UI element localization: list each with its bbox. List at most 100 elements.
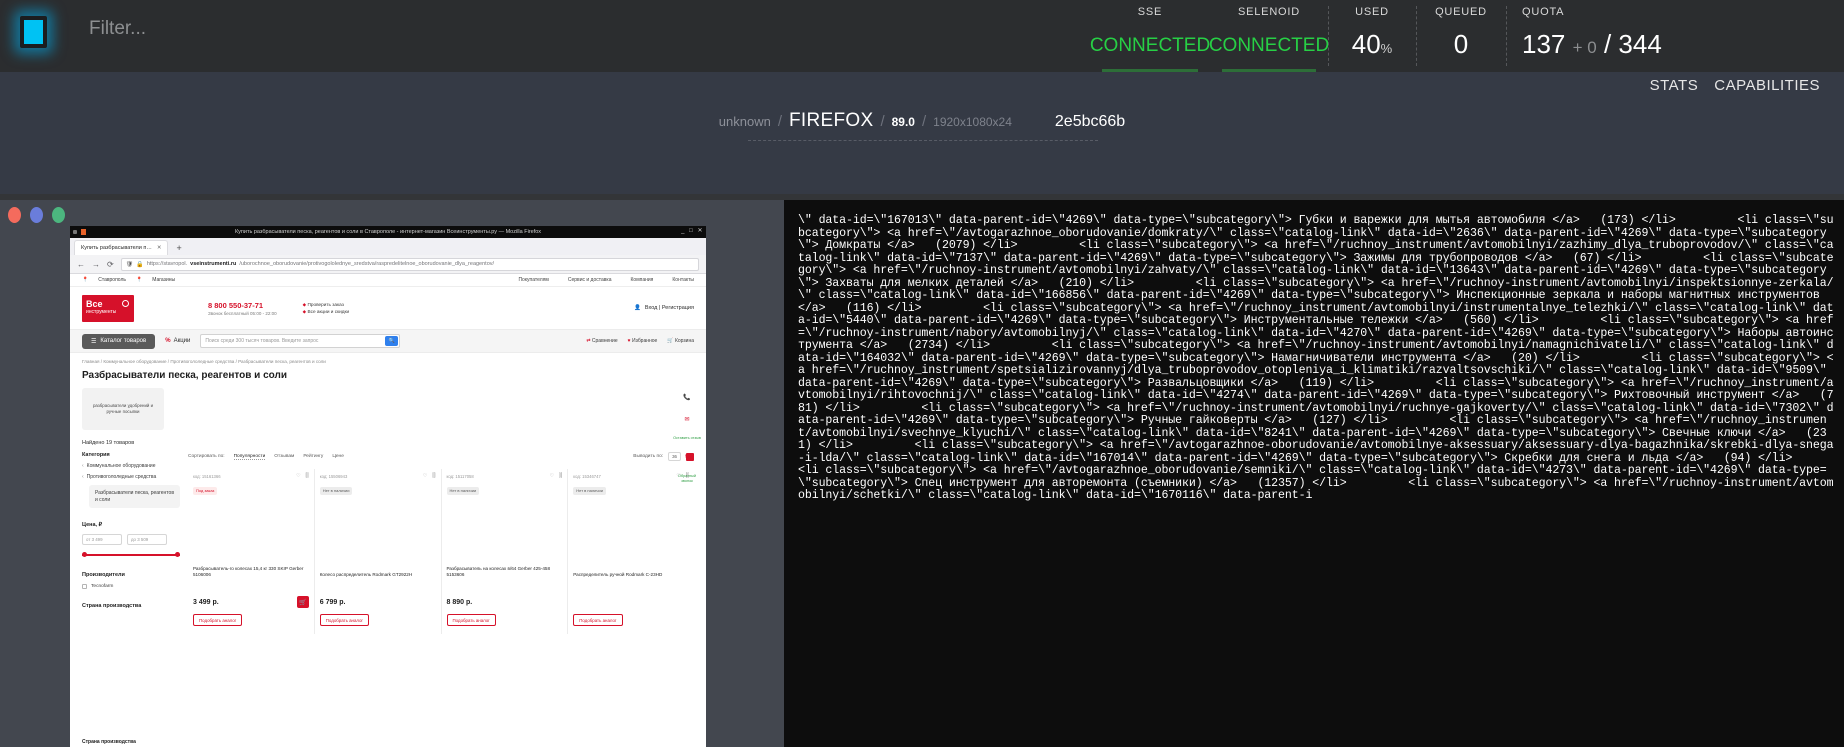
back-icon[interactable]: ← [77,260,85,269]
price-slider-knob-max[interactable] [175,552,180,557]
leave-review-label[interactable]: Оставить отзыв [672,436,702,441]
selenoid-logo-icon [19,16,47,48]
product-card[interactable]: код: 15161366 ♡ ⫿⫿ Под заказ Разбрасыват… [188,469,314,634]
site-phone-note: Звонок бесплатный 05:00 - 22:00 [208,310,277,316]
site-login[interactable]: 👤 Вход | Регистрация [634,305,694,311]
site-top-link-3[interactable]: Контакты [672,277,694,283]
phone-icon[interactable]: 📞 [682,392,693,403]
site-top-link-0[interactable]: Покупателям [518,277,548,283]
heart-icon[interactable]: ♡ [423,473,427,479]
heart-icon: ♥ [627,338,631,344]
product-card[interactable]: код: 15506943 ♡ ⫿⫿ Нет в наличии Колесо … [313,469,441,634]
url-domain: vseinstrumenti.ru [190,261,237,267]
sort-option-1[interactable]: Отзывам [274,454,294,459]
product-card[interactable]: код: 15346747 ♡ ⫿⫿ Нет в наличии Распред… [567,469,694,634]
price-slider[interactable] [82,552,180,558]
heart-icon[interactable]: ♡ [296,473,300,479]
find-analog-button[interactable]: Подобрать аналог [573,614,623,626]
category-title: Категория [82,452,110,458]
tab-close-icon[interactable]: ✕ [157,245,162,251]
status-sse: SSE CONNECTED [1090,0,1210,72]
site-login-label: Вход | Регистрация [644,305,694,311]
callback-label[interactable]: Обратный звонок [672,474,702,484]
status-quota: QUOTA 137 + 0 / 344 [1506,0,1662,72]
new-tab-button[interactable]: + [171,243,186,255]
sort-option-3[interactable]: Цене [332,454,344,459]
catalog-button[interactable]: ☰ Каталог товаров [82,333,156,349]
sort-option-2[interactable]: Рейтингу [303,454,323,459]
price-to-input[interactable]: до 3 509 [127,534,167,545]
price-filter-title: Цена, ₽ [82,522,103,528]
favorites-action[interactable]: ♥ Избранное [628,338,658,344]
compare-action[interactable]: ⇄ Сравнение [586,338,617,344]
product-code: код: 15117058 [446,473,474,479]
status-metrics: SSE CONNECTED SELENOID CONNECTED USED 40… [1090,0,1662,72]
reload-icon[interactable]: ⟳ [107,260,114,269]
compare-bars-icon[interactable]: ⫿⫿ [432,473,435,479]
filter-input[interactable] [89,18,469,40]
website-content[interactable]: 📍 Ставрополь 📍 Магазины Покупателям Серв… [70,274,706,747]
address-bar[interactable]: 🛡 🔒 https://stavropol. vseinstrumenti.ru /… [120,257,699,271]
maker-option-row[interactable]: Tecnofarm [82,584,180,589]
product-badge: Нет в наличии [446,486,480,495]
catalog-body: Категория ‹ Коммунальное оборудование ‹ … [70,452,706,634]
header-link-1[interactable]: ◆ Все акции и скидки [303,308,350,315]
firefox-tabstrip: Купить разбрасыватели п… ✕ + [70,238,706,255]
add-to-cart-icon[interactable]: 🛒 [296,596,309,608]
card-header: код: 15117058 ♡ ⫿⫿ [447,473,563,479]
site-city[interactable]: Ставрополь [98,277,126,283]
breadcrumb[interactable]: Главная / Коммунальное оборудование / Пр… [70,353,706,364]
compare-bars-icon[interactable]: ⫿⫿ [306,473,309,479]
browser-tab[interactable]: Купить разбрасыватели п… ✕ [74,240,169,255]
close-dot-icon[interactable] [8,207,21,223]
price-slider-knob-min[interactable] [82,552,87,557]
sidebar-item-1[interactable]: ‹ Противогололедные средства [82,474,180,480]
firefox-window[interactable]: Купить разбрасыватели песка, реагентов и… [70,226,706,747]
price-filter-row: от 3 499 до 3 509 [82,534,180,545]
product-name[interactable]: Разбрасыватель-го колесах 15,4 кг 330 SK… [193,566,309,578]
compare-bars-icon[interactable]: ⫿⫿ [559,473,562,479]
page-title: Разбрасыватели песка, реагентов и соли [82,370,288,381]
window-buttons[interactable]: _ □ ✕ [681,227,704,234]
vnc-desktop[interactable]: Купить разбрасыватели песка, реагентов и… [0,200,784,747]
site-top-link-2[interactable]: Компания [631,277,654,283]
maximize-dot-icon[interactable] [52,207,65,223]
heart-icon[interactable]: ♡ [550,473,554,479]
promo-link[interactable]: % Акции [165,338,190,344]
country-filter-title: Страна производства [82,603,142,609]
header-link-0[interactable]: ◆ Проверить заказ [303,301,350,308]
product-name[interactable]: Разбрасыватель на колесах в/64 Gerber 42… [447,566,563,578]
sidebar-item-0[interactable]: ‹ Коммунальное оборудование [82,463,180,469]
product-name[interactable]: Распределитель ручной Rodmark C-23HD [573,572,689,578]
find-analog-button[interactable]: Подобрать аналог [193,614,243,626]
per-page-label: Выводить по: [633,454,664,459]
product-name[interactable]: Колесо распределитель Rodmark GT2922H [320,572,436,578]
site-phone-number[interactable]: 8 800 550-37-71 [208,301,277,310]
html-source-panel[interactable]: \" data-id=\"167013\" data-parent-id=\"4… [784,200,1844,747]
cart-action[interactable]: 🛒 Корзина [667,338,694,344]
site-search-input[interactable]: Поиск среди 300 тысяч товаров. Введите з… [200,334,401,348]
product-card[interactable]: код: 15117058 ♡ ⫿⫿ Нет в наличии Разбрас… [440,469,568,634]
app-logo[interactable] [7,6,59,58]
link-capabilities[interactable]: CAPABILITIES [1714,77,1820,94]
link-stats[interactable]: STATS [1650,77,1699,94]
find-analog-button[interactable]: Подобрать аналог [446,614,496,626]
site-shops[interactable]: Магазины [152,277,175,283]
checkbox-icon[interactable] [82,584,87,589]
sort-label: Сортировать по: [188,454,225,459]
forward-icon[interactable]: → [92,260,100,269]
session-viewport: Купить разбрасыватели песка, реагентов и… [0,200,1844,747]
minimize-dot-icon[interactable] [30,207,43,223]
sort-option-0[interactable]: Популярности [233,454,266,460]
price-from-input[interactable]: от 3 499 [82,534,122,545]
find-analog-button[interactable]: Подобрать аналог [319,614,370,626]
site-logo[interactable]: Все инструменты [82,294,134,322]
mail-icon[interactable]: ✉ [682,414,693,425]
status-used-label: USED [1355,6,1389,18]
clock-icon[interactable]: ⏱ [682,452,693,463]
sidebar-item-active[interactable]: Разбрасыватели песка, реагентов и соли [89,485,180,508]
site-top-link-1[interactable]: Сервис и доставка [568,277,612,283]
product-code: код: 15506943 [319,473,348,479]
session-id[interactable]: 2e5bc66b [1055,113,1125,131]
search-icon[interactable]: 🔍 [385,336,399,346]
